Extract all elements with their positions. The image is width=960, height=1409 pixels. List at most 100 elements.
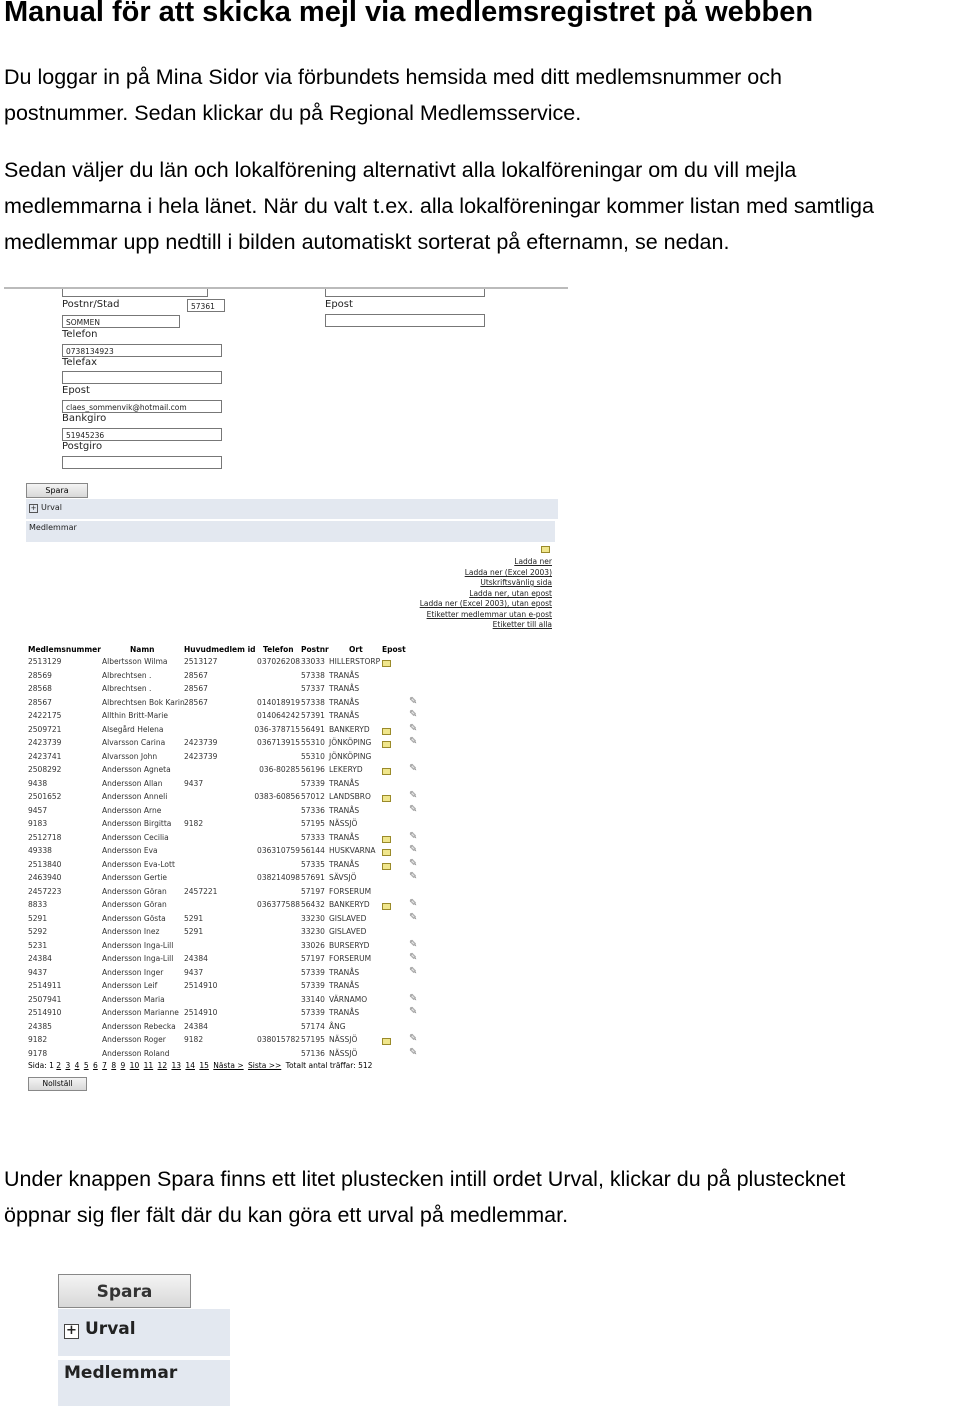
urval-section[interactable]: + Urval xyxy=(26,499,558,519)
table-row[interactable]: 9438 Andersson Allan 9437 57339 TRANÅS xyxy=(4,779,564,792)
envelope-icon[interactable] xyxy=(382,862,391,870)
edit-pencil-icon[interactable]: ✎ xyxy=(409,709,417,720)
edit-pencil-icon[interactable]: ✎ xyxy=(409,912,417,923)
table-row[interactable]: 2513129 Albertsson Wilma 2513127 037026208 3… xyxy=(4,657,564,670)
download-link[interactable]: Ladda ner, utan epost xyxy=(469,589,552,598)
table-row[interactable]: 49338 Andersson Eva 036310759 56144 HUSKVARN… xyxy=(4,844,564,859)
download-link[interactable]: Ladda ner (Excel 2003), utan epost xyxy=(420,599,552,608)
table-row[interactable]: 2501652 Andersson Anneli 0383-60856 57012 LA… xyxy=(4,790,564,805)
envelope-icon[interactable] xyxy=(382,768,391,775)
envelope-icon[interactable] xyxy=(382,795,391,802)
edit-pencil-icon[interactable]: ✎ xyxy=(409,966,417,977)
zoomed-urval-section[interactable]: + Urval xyxy=(58,1309,230,1356)
page-link[interactable]: 3 xyxy=(65,1061,70,1070)
next-page-link[interactable]: Nästa > xyxy=(213,1061,243,1070)
download-link[interactable]: Etiketter till alla xyxy=(493,620,552,629)
envelope-icon[interactable] xyxy=(382,835,391,843)
table-row[interactable]: 8833 Andersson Göran 036377588 56432 BANKERY… xyxy=(4,898,564,913)
edit-pencil-icon[interactable]: ✎ xyxy=(409,790,417,801)
col-telefon[interactable]: Telefon xyxy=(263,645,294,654)
table-row[interactable]: 2509721 Alsegård Helena 036-378715 56491 BAN… xyxy=(4,723,564,738)
edit-pencil-icon[interactable]: ✎ xyxy=(409,871,417,882)
plus-box-icon[interactable]: + xyxy=(29,504,38,513)
table-row[interactable]: 2512718 Andersson Cecilia 57333 TRANÅS ✎ xyxy=(4,831,564,846)
edit-pencil-icon[interactable]: ✎ xyxy=(409,993,417,1004)
page-link[interactable]: 6 xyxy=(93,1061,98,1070)
col-namn[interactable]: Namn xyxy=(130,645,155,654)
reset-button[interactable]: Nollställ xyxy=(28,1077,87,1091)
edit-pencil-icon[interactable]: ✎ xyxy=(409,898,417,909)
table-row[interactable]: 2514911 Andersson Leif 2514910 57339 TRANÅS xyxy=(4,981,564,994)
edit-pencil-icon[interactable]: ✎ xyxy=(409,858,417,869)
table-row[interactable]: 28568 Albrechtsen . 28567 57337 TRANÅS xyxy=(4,684,564,697)
page-link[interactable]: 2 xyxy=(56,1061,61,1070)
download-link[interactable]: Utskriftsvänlig sida xyxy=(480,578,552,587)
page-link[interactable]: 14 xyxy=(185,1061,195,1070)
table-row[interactable]: 5291 Andersson Gösta 5291 33230 GISLAVED ✎ xyxy=(4,912,564,927)
edit-pencil-icon[interactable]: ✎ xyxy=(409,1047,417,1058)
download-link[interactable]: Etiketter medlemmar utan e-post xyxy=(427,610,552,619)
envelope-icon[interactable] xyxy=(382,849,391,856)
page-link[interactable]: 15 xyxy=(199,1061,209,1070)
telefon-input[interactable]: 0738134923 xyxy=(62,344,222,357)
envelope-icon[interactable] xyxy=(382,727,391,735)
edit-pencil-icon[interactable]: ✎ xyxy=(409,844,417,855)
download-link[interactable]: Ladda ner (Excel 2003) xyxy=(465,568,552,577)
table-row[interactable]: 9178 Andersson Roland 57136 NÄSSJÖ ✎ xyxy=(4,1047,564,1062)
edit-pencil-icon[interactable]: ✎ xyxy=(409,952,417,963)
edit-pencil-icon[interactable]: ✎ xyxy=(409,736,417,747)
page-link[interactable]: 4 xyxy=(75,1061,80,1070)
save-button[interactable]: Spara xyxy=(26,483,88,498)
page-link[interactable]: 8 xyxy=(111,1061,116,1070)
plus-box-icon[interactable]: + xyxy=(64,1324,79,1339)
table-row[interactable]: 9457 Andersson Arne 57336 TRANÅS ✎ xyxy=(4,804,564,819)
page-link[interactable]: 9 xyxy=(121,1061,126,1070)
edit-pencil-icon[interactable]: ✎ xyxy=(409,723,417,734)
col-medlemsnummer[interactable]: Medlemsnummer xyxy=(28,645,101,654)
page-link[interactable]: 12 xyxy=(158,1061,168,1070)
edit-pencil-icon[interactable]: ✎ xyxy=(409,763,417,774)
col-postnr[interactable]: Postnr xyxy=(301,645,329,654)
postnr-input[interactable]: 57361 xyxy=(187,299,225,312)
envelope-icon[interactable] xyxy=(382,741,391,748)
edit-pencil-icon[interactable]: ✎ xyxy=(409,1033,417,1044)
last-page-link[interactable]: Sista >> xyxy=(248,1061,281,1070)
table-row[interactable]: 2457223 Andersson Göran 2457221 57197 FORSER… xyxy=(4,887,564,900)
envelope-icon[interactable] xyxy=(382,660,391,667)
table-row[interactable]: 2508292 Andersson Agneta 036-80285 56196 LEK… xyxy=(4,763,564,778)
edit-pencil-icon[interactable]: ✎ xyxy=(409,1006,417,1017)
bankgiro-input[interactable]: 51945236 xyxy=(62,428,222,441)
table-row[interactable]: 2423741 Alvarsson John 2423739 55310 JÖNKÖPI… xyxy=(4,752,564,765)
edit-pencil-icon[interactable]: ✎ xyxy=(409,831,417,842)
table-row[interactable]: 2422175 Allthin Britt-Marie 014064242 57391… xyxy=(4,709,564,724)
col-huvudmedlem[interactable]: Huvudmedlem id xyxy=(184,645,256,654)
table-row[interactable]: 9183 Andersson Birgitta 9182 57195 NÄSSJÖ xyxy=(4,819,564,832)
zoomed-save-button[interactable]: Spara xyxy=(58,1274,191,1308)
page-link[interactable]: 7 xyxy=(102,1061,107,1070)
edit-pencil-icon[interactable]: ✎ xyxy=(409,939,417,950)
page-link[interactable]: 13 xyxy=(171,1061,181,1070)
envelope-icon[interactable] xyxy=(382,903,391,910)
page-link[interactable]: 11 xyxy=(144,1061,154,1070)
table-row[interactable]: 24384 Andersson Inga-Lill 24384 57197 FORSER… xyxy=(4,952,564,967)
table-row[interactable]: 2514910 Andersson Marianne 2514910 57339 TRA… xyxy=(4,1006,564,1021)
table-row[interactable]: 2463940 Andersson Gertie 038214098 57691 SÄV… xyxy=(4,871,564,886)
stad-input[interactable]: SOMMEN xyxy=(62,315,180,328)
postgiro-input[interactable] xyxy=(62,456,222,469)
table-row[interactable]: 2513840 Andersson Eva-Lott 57335 TRANÅS ✎ xyxy=(4,858,564,873)
table-row[interactable]: 5292 Andersson Inez 5291 33230 GISLAVED xyxy=(4,927,564,940)
page-link[interactable]: 10 xyxy=(130,1061,140,1070)
table-row[interactable]: 9182 Andersson Roger 9182 038015782 57195 NÄS… xyxy=(4,1033,564,1048)
table-row[interactable]: 2423739 Alvarsson Carina 2423739 036713915 5… xyxy=(4,736,564,751)
edit-pencil-icon[interactable]: ✎ xyxy=(409,804,417,815)
page-link[interactable]: 5 xyxy=(84,1061,89,1070)
download-link[interactable]: Ladda ner xyxy=(514,557,552,566)
envelope-icon[interactable] xyxy=(541,546,550,553)
telefax-input[interactable] xyxy=(62,371,222,384)
col-ort[interactable]: Ort xyxy=(349,645,363,654)
right-epost-input[interactable] xyxy=(325,314,485,327)
table-row[interactable]: 5231 Andersson Inga-Lill 33026 BURSERYD ✎ xyxy=(4,939,564,954)
table-row[interactable]: 24385 Andersson Rebecka 24384 57174 ÅNG xyxy=(4,1022,564,1035)
envelope-icon[interactable] xyxy=(382,1038,391,1045)
epost-input[interactable]: claes_sommenvik@hotmail.com xyxy=(62,400,222,413)
